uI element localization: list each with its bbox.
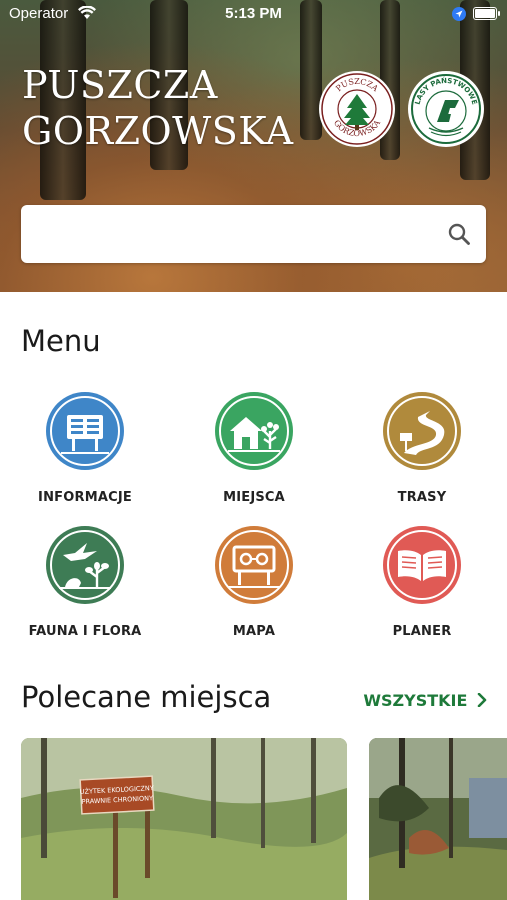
see-all-label: WSZYSTKIE bbox=[363, 691, 468, 710]
menu-item-label: FAUNA I FLORA bbox=[28, 624, 142, 639]
lasy-panstwowe-logo: LASY PAŃSTWOWE bbox=[408, 71, 484, 147]
search-bar bbox=[21, 205, 486, 263]
open-book-icon bbox=[383, 526, 461, 604]
chevron-right-icon bbox=[477, 692, 487, 708]
battery-icon bbox=[473, 7, 500, 20]
map-sign-icon bbox=[215, 526, 293, 604]
see-all-link[interactable]: WSZYSTKIE bbox=[363, 691, 487, 710]
menu-item-mapa[interactable]: MAPA bbox=[184, 525, 324, 639]
menu-item-label: MAPA bbox=[232, 624, 276, 639]
puszcza-gorzowska-logo: PUSZCZA GORZOWSKA bbox=[319, 71, 395, 147]
location-arrow-icon bbox=[452, 7, 466, 21]
trail-path-icon bbox=[383, 392, 461, 470]
menu-item-label: MIEJSCA bbox=[223, 490, 285, 505]
bird-plant-icon bbox=[46, 526, 124, 604]
menu-item-trasy[interactable]: TRASY bbox=[352, 391, 492, 505]
menu-item-planer[interactable]: PLANER bbox=[352, 525, 492, 639]
info-board-icon bbox=[46, 392, 124, 470]
app-title: PUSZCZA GORZOWSKA bbox=[22, 62, 294, 154]
search-input[interactable] bbox=[35, 221, 439, 249]
menu-item-informacje[interactable]: INFORMACJE bbox=[15, 391, 155, 505]
featured-place-card[interactable]: UŻYTEK EKOLOGICZNY PRAWNIE CHRONIONY bbox=[21, 738, 347, 900]
menu-item-miejsca[interactable]: MIEJSCA bbox=[184, 391, 324, 505]
menu-item-label: INFORMACJE bbox=[38, 490, 132, 505]
clock: 5:13 PM bbox=[225, 5, 282, 22]
featured-place-card[interactable] bbox=[369, 738, 507, 900]
menu-item-label: PLANER bbox=[392, 624, 452, 639]
app-title-line1: PUSZCZA bbox=[22, 63, 218, 107]
menu-section-title: Menu bbox=[21, 324, 101, 358]
status-bar: Operator 5:13 PM bbox=[0, 0, 507, 28]
house-tree-icon bbox=[215, 392, 293, 470]
place-photo bbox=[369, 738, 507, 900]
header-hero: Operator 5:13 PM PUSZCZA GORZOWSKA PUSZC… bbox=[0, 0, 507, 292]
menu-item-label: TRASY bbox=[397, 490, 447, 505]
menu-item-fauna-flora[interactable]: FAUNA I FLORA bbox=[15, 525, 155, 639]
featured-section-title: Polecane miejsca bbox=[21, 680, 272, 714]
search-icon[interactable] bbox=[448, 223, 470, 245]
place-photo: UŻYTEK EKOLOGICZNY PRAWNIE CHRONIONY bbox=[21, 738, 347, 900]
app-title-line2: GORZOWSKA bbox=[22, 109, 294, 153]
